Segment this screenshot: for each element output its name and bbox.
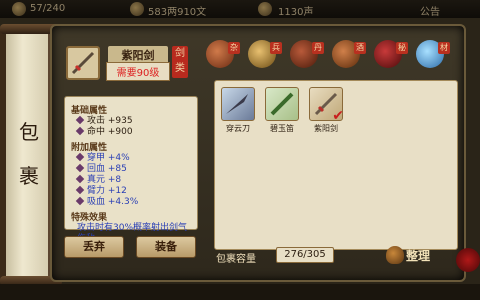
inventory-slot-selected[interactable]: ✔	[309, 87, 344, 124]
slot-label: 紫阳剑	[314, 124, 338, 133]
tab-materials[interactable]: 材	[416, 40, 454, 74]
inventory-scroll-banner: 包 裹	[0, 24, 62, 286]
capacity-label: 包裹容量	[216, 254, 256, 265]
capacity-value: 276/305	[276, 247, 334, 263]
base-stats-header: 基础属性	[71, 106, 108, 116]
selected-check-icon: ✔	[332, 108, 344, 124]
selected-item-level-requirement: 需要90级	[106, 62, 170, 81]
discard-button[interactable]: 丢弃	[64, 236, 124, 258]
item-stats-box: 基础属性 攻击 +935 命中 +900 附加属性 穿甲 +4% 回血 +85 …	[64, 96, 198, 244]
selected-item-sword-icon	[66, 46, 100, 80]
bonus-stat-row: 回血 +85	[71, 163, 191, 175]
sort-button[interactable]: 整理	[386, 244, 446, 266]
inventory-grid: 穿云刀 碧玉笛 ✔ 紫阳剑	[214, 80, 458, 250]
stat-capacity: 57/240	[30, 3, 66, 14]
bag-icon	[386, 246, 404, 264]
coin-icon	[12, 2, 26, 16]
selected-item-type-badge: 剑类	[172, 46, 188, 78]
announcement-link[interactable]: 公告	[420, 3, 440, 18]
top-status-bar: 57/240 583两910文 1130声 公告	[0, 0, 480, 18]
tab-wine[interactable]: 酒	[332, 40, 370, 74]
bonus-stat-row: 穿甲 +4%	[71, 152, 191, 164]
slot-label: 碧玉笛	[270, 124, 294, 133]
bonus-stat-row: 臂力 +12	[71, 185, 191, 197]
inventory-slot[interactable]	[221, 87, 255, 121]
inventory-slot[interactable]	[265, 87, 299, 121]
equip-button[interactable]: 装备	[136, 236, 196, 258]
stat-money: 583两910文	[148, 7, 207, 18]
flute-icon	[270, 92, 294, 116]
stat-reputation: 1130声	[278, 7, 314, 18]
bonus-stat-row: 真元 +8	[71, 174, 191, 186]
tab-weapons[interactable]: 兵	[248, 40, 286, 74]
bottom-bar	[0, 284, 480, 300]
close-seal-icon[interactable]	[456, 248, 480, 272]
bonus-stats-header: 附加属性	[71, 143, 108, 153]
reputation-icon	[258, 2, 272, 16]
silver-icon	[130, 2, 144, 16]
special-effect-header: 特殊效果	[71, 213, 108, 223]
stat-row: 攻击 +935	[71, 115, 191, 127]
slot-label: 穿云刀	[226, 124, 250, 133]
tab-misc[interactable]: 杂	[206, 40, 244, 74]
tab-pills[interactable]: 丹	[290, 40, 328, 74]
bonus-stat-row: 吸血 +4.3%	[71, 196, 191, 208]
tab-secret-books[interactable]: 秘	[374, 40, 412, 74]
inventory-panel: 紫阳剑 需要90级 剑类 基础属性 攻击 +935 命中 +900 附加属性 穿…	[50, 24, 466, 282]
blade-icon	[226, 94, 248, 114]
stat-row: 命中 +900	[71, 126, 191, 138]
inventory-title: 包 裹	[19, 120, 39, 188]
